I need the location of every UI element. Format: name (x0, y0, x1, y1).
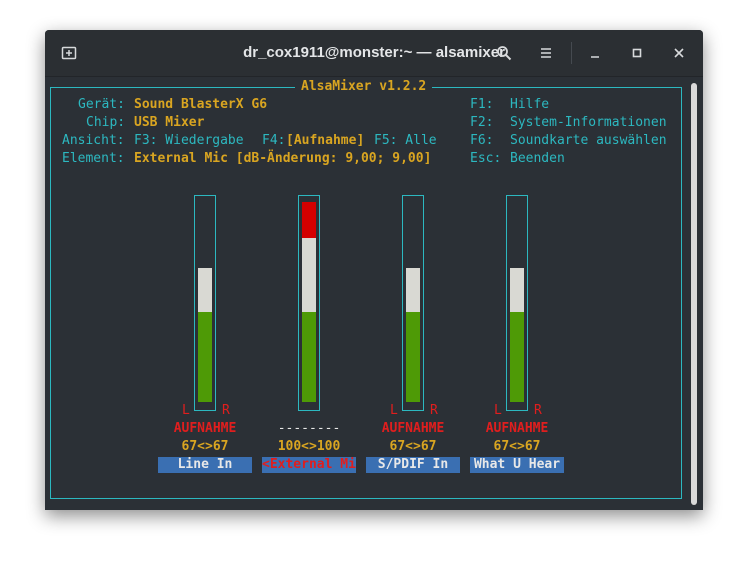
meter-fill-white (510, 268, 524, 312)
channel-right-indicator: R (222, 403, 230, 418)
channel-left-indicator: L (182, 403, 190, 418)
channel-level-value: 100<>100 (277, 439, 341, 454)
search-icon[interactable] (494, 43, 514, 63)
key-esc-desc: Beenden (510, 151, 565, 166)
key-f1: F1: (470, 97, 494, 112)
meter-line-in[interactable] (194, 195, 216, 411)
capture-status: AUFNAHME (485, 421, 549, 436)
meter-fill-white (406, 268, 420, 312)
channel-label-line-in[interactable]: Line In (158, 457, 252, 473)
meter-external-mic[interactable] (298, 195, 320, 411)
channel-level-value: 67<>67 (389, 439, 437, 454)
channel-right-indicator: R (534, 403, 542, 418)
capture-status: AUFNAHME (173, 421, 237, 436)
chip-value: USB Mixer (134, 115, 205, 130)
channel-left-indicator: L (390, 403, 398, 418)
device-label: Gerät: (78, 97, 125, 112)
key-f6-desc: Soundkarte auswählen (510, 133, 667, 148)
key-f2: F2: (470, 115, 494, 130)
meter-fill-green (406, 312, 420, 402)
capture-status: -------- (277, 421, 341, 436)
meter-fill-green (302, 312, 316, 402)
channel-right-indicator: R (430, 403, 438, 418)
view-f4-active[interactable]: [Aufnahme] (286, 133, 364, 149)
channel-level-value: 67<>67 (181, 439, 229, 454)
key-esc: Esc: (470, 151, 502, 166)
maximize-icon[interactable] (627, 43, 647, 63)
channel-label-what-u-hear[interactable]: What U Hear (470, 457, 564, 473)
scrollbar[interactable] (691, 83, 697, 505)
key-f6: F6: (470, 133, 494, 148)
terminal-window: dr_cox1911@monster:~ — alsamixer AlsaMix… (45, 30, 703, 510)
view-label: Ansicht: (62, 133, 125, 148)
mixer-title: AlsaMixer v1.2.2 (295, 79, 433, 94)
title-bar-separator (571, 42, 572, 64)
meter-fill-red (302, 202, 316, 238)
minimize-icon[interactable] (585, 43, 605, 63)
meter-fill-green (198, 312, 212, 402)
element-label: Element: (62, 151, 125, 166)
channel-level-value: 67<>67 (493, 439, 541, 454)
key-f2-desc: System-Informationen (510, 115, 667, 130)
view-f3[interactable]: F3: Wiedergabe (134, 133, 244, 149)
meter-fill-green (510, 312, 524, 402)
chip-label: Chip: (86, 115, 126, 130)
hamburger-menu-icon[interactable] (536, 43, 556, 63)
view-f5[interactable]: F5: Alle (374, 133, 437, 149)
meter-what-u-hear[interactable] (506, 195, 528, 411)
close-icon[interactable] (669, 43, 689, 63)
meter-fill-white (302, 238, 316, 312)
channel-label-spdif-in[interactable]: S/PDIF In (366, 457, 460, 473)
capture-status: AUFNAHME (381, 421, 445, 436)
device-value: Sound BlasterX G6 (134, 97, 268, 112)
channel-label-external-mic[interactable]: <External Mic> (262, 457, 356, 473)
title-bar: dr_cox1911@monster:~ — alsamixer (45, 30, 703, 77)
channel-left-indicator: L (494, 403, 502, 418)
view-f4-key[interactable]: F4: (262, 133, 285, 149)
terminal-area[interactable]: AlsaMixer v1.2.2 Gerät: Sound BlasterX G… (45, 77, 703, 510)
meter-spdif-in[interactable] (402, 195, 424, 411)
element-value: External Mic [dB-Änderung: 9,00; 9,00] (134, 151, 432, 166)
key-f1-desc: Hilfe (510, 97, 550, 112)
meter-fill-white (198, 268, 212, 312)
